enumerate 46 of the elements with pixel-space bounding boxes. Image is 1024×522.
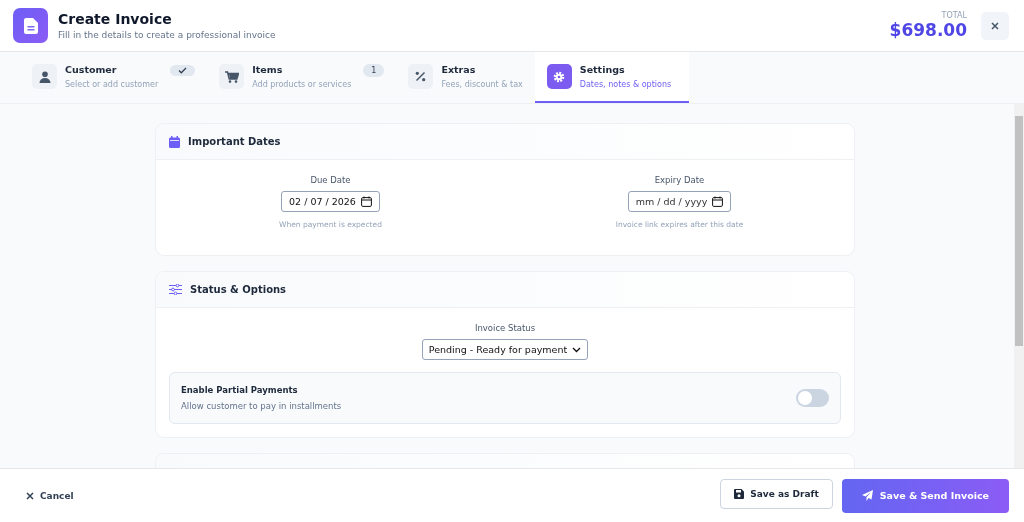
close-button[interactable]	[981, 11, 1009, 40]
step-subtitle: Dates, notes & options	[579, 80, 672, 89]
date-field[interactable]: 02 / 07 / 2026	[281, 191, 380, 212]
calendar-icon	[169, 135, 180, 148]
step-tab[interactable]: Customer Select or add customer	[20, 52, 208, 103]
card-title: Important Dates	[188, 136, 281, 147]
count-badge: 1	[363, 64, 385, 77]
step-title: Items	[252, 64, 284, 75]
page-subtitle: Fill in the details to create a professional invoice	[58, 30, 277, 40]
step-subtitle: Add products or services	[252, 80, 352, 89]
step-subtitle: Fees, discount & tax	[441, 80, 523, 89]
field-label: Due Date	[310, 175, 351, 185]
option-description: Allow customer to pay in installments	[181, 401, 342, 411]
step-title: Extras	[441, 64, 477, 75]
cart-icon	[219, 64, 245, 89]
person-icon	[32, 64, 57, 89]
option-title: Enable Partial Payments	[181, 385, 299, 395]
document-icon	[13, 8, 48, 43]
sliders-icon	[169, 284, 182, 295]
close-icon	[26, 491, 34, 500]
step-tab[interactable]: Items Add products or services 1	[207, 52, 397, 103]
calendar-icon	[360, 196, 372, 207]
settings-icon	[546, 64, 572, 89]
step-tab[interactable]: Extras Fees, discount & tax	[396, 52, 535, 103]
save-draft-button[interactable]: Save as Draft	[720, 478, 833, 509]
cancel-button[interactable]: Cancel	[20, 486, 80, 505]
paper-plane-icon	[861, 490, 873, 501]
step-title: Customer	[65, 64, 118, 75]
chevron-down-icon	[572, 346, 582, 353]
calendar-icon	[712, 196, 724, 207]
close-icon	[991, 21, 999, 30]
scrollbar[interactable]	[1014, 104, 1024, 468]
page-title: Create Invoice	[58, 11, 173, 27]
toggle-switch[interactable]	[796, 389, 829, 407]
card-title: Status & Options	[190, 284, 287, 295]
step-title: Settings	[579, 64, 626, 75]
date-field[interactable]: mm / dd / yyyy	[627, 191, 732, 212]
field-label: Invoice Status	[474, 323, 536, 333]
total-amount: $698.00	[889, 20, 967, 40]
save-send-button[interactable]: Save & Send Invoice	[841, 478, 1009, 513]
status-dropdown[interactable]: Pending - Ready for payment	[421, 339, 589, 360]
total-label: TOTAL	[940, 11, 967, 20]
step-subtitle: Select or add customer	[65, 80, 159, 89]
percent-icon	[408, 64, 434, 89]
field-label: Expiry Date	[654, 175, 705, 185]
step-tab[interactable]: Settings Dates, notes & options	[534, 52, 690, 103]
